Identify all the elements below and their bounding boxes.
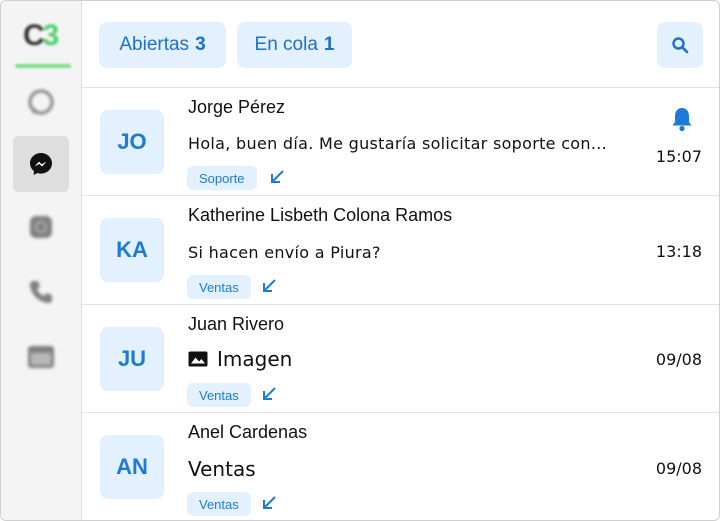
message-preview: Hola, buen día. Me gustaría solicitar so… bbox=[188, 134, 607, 153]
tab-open-count: 3 bbox=[195, 34, 206, 55]
contact-name: Katherine Lisbeth Colona Ramos bbox=[188, 205, 453, 225]
instagram-icon bbox=[30, 216, 52, 238]
sidebar-item-instagram[interactable] bbox=[13, 199, 69, 255]
contact-name: Juan Rivero bbox=[188, 314, 285, 334]
search-icon bbox=[672, 37, 689, 54]
app-window: C3 Abiertas 3 En cola 1 JO Jorge Pérez H… bbox=[0, 0, 720, 521]
contact-name: Anel Cardenas bbox=[188, 422, 308, 442]
avatar: AN bbox=[100, 435, 164, 499]
sidebar-item-messenger[interactable] bbox=[13, 136, 69, 192]
sidebar-item-phone[interactable] bbox=[13, 264, 69, 320]
conversation-item[interactable]: JU Juan Rivero Imagen Ventas 09/08 bbox=[82, 304, 719, 413]
contact-name: Jorge Pérez bbox=[188, 97, 286, 117]
messenger-icon bbox=[30, 153, 52, 175]
avatar: KA bbox=[100, 218, 164, 282]
tab-open-label: Abiertas bbox=[119, 34, 190, 55]
tag-badge: Ventas bbox=[187, 492, 251, 516]
app-logo: C3 bbox=[23, 19, 59, 52]
calendar-icon bbox=[28, 346, 54, 368]
conversation-item[interactable]: AN Anel Cardenas Ventas Ventas 09/08 bbox=[82, 412, 719, 520]
message-preview: Si hacen envío a Piura? bbox=[188, 243, 381, 262]
incoming-arrow-icon bbox=[271, 170, 284, 183]
logo-underline bbox=[15, 64, 71, 68]
conversation-item[interactable]: KA Katherine Lisbeth Colona Ramos Si hac… bbox=[82, 195, 719, 304]
message-time: 15:07 bbox=[655, 147, 702, 166]
tab-queue-label: En cola bbox=[254, 34, 318, 55]
incoming-arrow-icon bbox=[263, 279, 276, 292]
message-time: 09/08 bbox=[655, 459, 702, 478]
tag-badge: Soporte bbox=[187, 166, 257, 190]
sidebar-item-whatsapp[interactable] bbox=[13, 75, 69, 131]
filter-bar: Abiertas 3 En cola 1 bbox=[82, 1, 719, 87]
image-icon bbox=[188, 351, 208, 367]
tag-badge: Ventas bbox=[187, 275, 251, 299]
conversation-panel: Abiertas 3 En cola 1 JO Jorge Pérez Hola, … bbox=[82, 1, 719, 520]
message-time: 09/08 bbox=[655, 350, 702, 369]
tab-queue[interactable]: En cola 1 bbox=[237, 22, 352, 68]
message-time: 13:18 bbox=[655, 242, 702, 261]
avatar: JU bbox=[100, 327, 164, 391]
incoming-arrow-icon bbox=[263, 387, 276, 400]
phone-icon bbox=[30, 281, 52, 303]
incoming-arrow-icon bbox=[263, 496, 276, 509]
sidebar-item-calendar[interactable] bbox=[13, 328, 69, 384]
avatar: JO bbox=[100, 110, 164, 174]
bell-icon bbox=[672, 108, 692, 132]
whatsapp-icon bbox=[28, 89, 54, 115]
conversation-item[interactable]: JO Jorge Pérez Hola, buen día. Me gustar… bbox=[82, 87, 719, 196]
message-preview: Imagen bbox=[188, 347, 292, 371]
message-preview-text: Imagen bbox=[217, 347, 293, 371]
message-preview: Ventas bbox=[188, 457, 256, 481]
sidebar: C3 bbox=[1, 1, 82, 520]
tab-open[interactable]: Abiertas 3 bbox=[99, 22, 226, 68]
tag-badge: Ventas bbox=[187, 383, 251, 407]
tab-queue-count: 1 bbox=[323, 34, 335, 55]
search-button[interactable] bbox=[657, 22, 703, 68]
